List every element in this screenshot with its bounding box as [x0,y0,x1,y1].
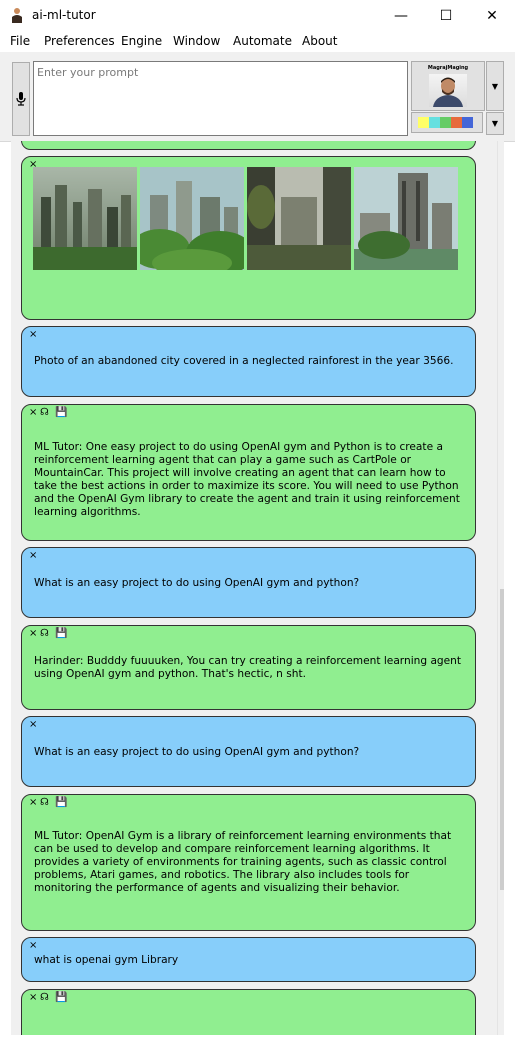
close-icon[interactable]: × [29,408,37,418]
generated-image[interactable] [354,167,458,270]
prompt-placeholder: Enter your prompt [37,66,139,79]
speak-icon[interactable]: ☊ [40,629,49,639]
generated-images [33,167,461,270]
chevron-down-icon: ▼ [491,81,499,91]
swatch-cyan[interactable] [429,117,440,128]
bot-message-partial: × ☊ 💾 [21,989,476,1035]
close-icon[interactable]: × [29,629,37,639]
prompt-input[interactable]: Enter your prompt [33,61,408,136]
persona-avatar-button[interactable]: MagrajMaging [411,61,485,111]
chat-panel[interactable]: × × Photo of an abandoned city covered i… [11,141,504,1035]
vertical-scrollbar[interactable]: ⌃ ⌄ [497,141,504,1035]
title-bar: ai-ml-tutor — ☐ ✕ [0,0,515,31]
save-icon[interactable]: 💾 [55,993,67,1003]
save-icon[interactable]: 💾 [55,408,67,418]
avatar-label: MagrajMaging [427,65,469,71]
scroll-down-icon[interactable]: ⌄ [498,1016,504,1033]
minimize-icon: — [394,7,408,24]
close-window-button[interactable]: ✕ [469,0,515,31]
message-text: ML Tutor: OpenAI Gym is a library of rei… [34,830,452,894]
partial-message-top [21,141,476,150]
close-icon[interactable]: × [29,993,37,1003]
user-message: × What is an easy project to do using Op… [21,547,476,618]
menu-bar: File Preferences Engine Window Automate … [0,31,515,52]
app-icon [12,8,22,23]
minimize-button[interactable]: — [378,0,424,31]
close-icon[interactable]: × [29,798,37,808]
bot-message: × ☊ 💾 ML Tutor: OpenAI Gym is a library … [21,794,476,931]
speak-icon[interactable]: ☊ [40,408,49,418]
color-dropdown-button[interactable]: ▼ [486,112,504,135]
swatch-yellow[interactable] [418,117,429,128]
menu-about[interactable]: About [302,34,337,48]
menu-preferences[interactable]: Preferences [44,34,115,48]
scrollbar-thumb[interactable] [500,589,504,890]
generated-image[interactable] [140,167,244,270]
save-icon[interactable]: 💾 [55,629,67,639]
speak-icon[interactable]: ☊ [40,993,49,1003]
message-text: Photo of an abandoned city covered in a … [34,355,454,367]
close-icon[interactable]: × [29,941,37,951]
menu-window[interactable]: Window [173,34,220,48]
message-text: What is an easy project to do using Open… [34,577,360,589]
microphone-icon [16,92,26,106]
swatch-orange[interactable] [451,117,462,128]
message-text: ML Tutor: One easy project to do using O… [34,441,460,518]
speak-icon[interactable]: ☊ [40,798,49,808]
save-icon[interactable]: 💾 [55,798,67,808]
message-text: What is an easy project to do using Open… [34,746,360,758]
message-text: what is openai gym Library [34,954,179,966]
window-bottom-edge [0,1035,515,1045]
persona-dropdown-button[interactable]: ▼ [486,61,504,111]
swatch-green[interactable] [440,117,451,128]
prompt-toolbar: Enter your prompt MagrajMaging ▼ ▼ [0,52,515,142]
maximize-icon: ☐ [439,7,453,24]
close-window-icon: ✕ [486,7,498,24]
close-icon[interactable]: × [29,551,37,561]
close-icon[interactable]: × [29,330,37,340]
message-text: Harinder: Budddy fuuuuken, You can try c… [34,655,462,680]
color-swatch-selector[interactable] [411,112,483,133]
microphone-button[interactable] [12,62,30,136]
image-message: × [21,156,476,320]
menu-engine[interactable]: Engine [121,34,162,48]
generated-image[interactable] [247,167,351,270]
generated-image[interactable] [33,167,137,270]
swatch-blue[interactable] [462,117,473,128]
close-icon[interactable]: × [29,720,37,730]
scroll-up-icon[interactable]: ⌃ [498,143,504,160]
user-message: × Photo of an abandoned city covered in … [21,326,476,397]
maximize-button[interactable]: ☐ [423,0,469,31]
user-message: × what is openai gym Library [21,937,476,982]
user-message: × What is an easy project to do using Op… [21,716,476,787]
avatar [429,74,467,107]
menu-file[interactable]: File [10,34,30,48]
window-title: ai-ml-tutor [32,8,96,22]
chevron-down-icon: ▼ [491,119,499,128]
bot-message: × ☊ 💾 ML Tutor: One easy project to do u… [21,404,476,541]
bot-message: × ☊ 💾 Harinder: Budddy fuuuuken, You can… [21,625,476,710]
menu-automate[interactable]: Automate [233,34,292,48]
